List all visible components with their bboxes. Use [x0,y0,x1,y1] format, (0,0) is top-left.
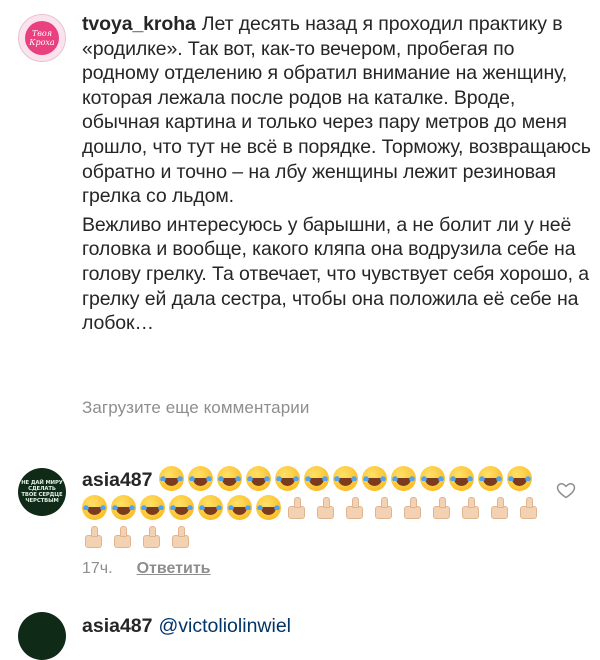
laughing-tears-emoji [227,495,252,520]
thumbs-up-emoji [459,495,484,520]
laughing-tears-emoji [198,495,223,520]
laughing-tears-emoji [169,495,194,520]
next-comment-avatar[interactable] [18,612,66,660]
comment-paragraph-2: Вежливо интересуюсь у барышни, а не боли… [82,213,589,335]
laughing-tears-emoji [274,466,300,491]
reply-comment: asia487 [82,466,552,553]
thumbs-up-emoji [488,495,513,520]
laughing-tears-emoji [111,495,136,520]
laughing-tears-emoji [477,466,503,491]
comment-paragraph-1: tvoya_kroha Лет десять назад я проходил п… [82,12,592,209]
comment-body: tvoya_kroha Лет десять назад я проходил п… [82,12,592,340]
thumbs-up-emoji [82,524,107,549]
avatar[interactable]: Твоя Кроха [18,14,66,62]
laughing-tears-emoji [256,495,281,520]
laughing-tears-emoji [245,466,271,491]
laughing-tears-emoji [187,466,213,491]
thumbs-up-emoji [140,524,165,549]
laughing-tears-emoji [506,466,532,491]
thumbs-up-emoji [517,495,542,520]
next-comment-username[interactable]: asia487 [82,615,153,637]
reply-button[interactable]: Ответить [137,560,211,577]
comment-username[interactable]: tvoya_kroha [82,13,196,35]
laughing-tears-emoji [158,466,184,491]
thumbs-up-emoji [430,495,455,520]
thumbs-up-emoji [314,495,339,520]
laughing-tears-emoji [82,495,107,520]
comment-text: Лет десять назад я проходил практику в «… [82,13,591,208]
thumbs-up-emoji [285,495,310,520]
reply-meta: 17ч. Ответить [82,560,211,578]
laughing-tears-emoji [448,466,474,491]
laughing-tears-emoji [361,466,387,491]
thumbs-up-emoji [343,495,368,520]
thumbs-up-emoji [401,495,426,520]
load-more-comments-link[interactable]: Загрузите еще комментарии [82,398,309,418]
reply-username[interactable]: asia487 [82,469,153,491]
laughing-tears-emoji [303,466,329,491]
laughing-tears-emoji [332,466,358,491]
thumbs-up-emoji [111,524,136,549]
laughing-tears-emoji [216,466,242,491]
mention-link[interactable]: @victoliolinwiel [159,615,292,637]
next-comment: asia487 @victoliolinwiel [82,612,291,641]
reply-time: 17ч. [82,560,113,577]
avatar-caption: НЕ ДАЙ МИРУ СДЕЛАТЬ ТВОЕ СЕРДЦЕ ЧЕРСТВЫМ [21,480,63,504]
laughing-tears-emoji [140,495,165,520]
thumbs-up-emoji [169,524,194,549]
laughing-tears-emoji [390,466,416,491]
heart-icon[interactable] [556,480,576,500]
avatar-logo: Твоя Кроха [25,21,59,55]
laughing-tears-emoji [419,466,445,491]
thumbs-up-emoji [372,495,397,520]
reply-avatar[interactable]: НЕ ДАЙ МИРУ СДЕЛАТЬ ТВОЕ СЕРДЦЕ ЧЕРСТВЫМ [18,468,66,516]
